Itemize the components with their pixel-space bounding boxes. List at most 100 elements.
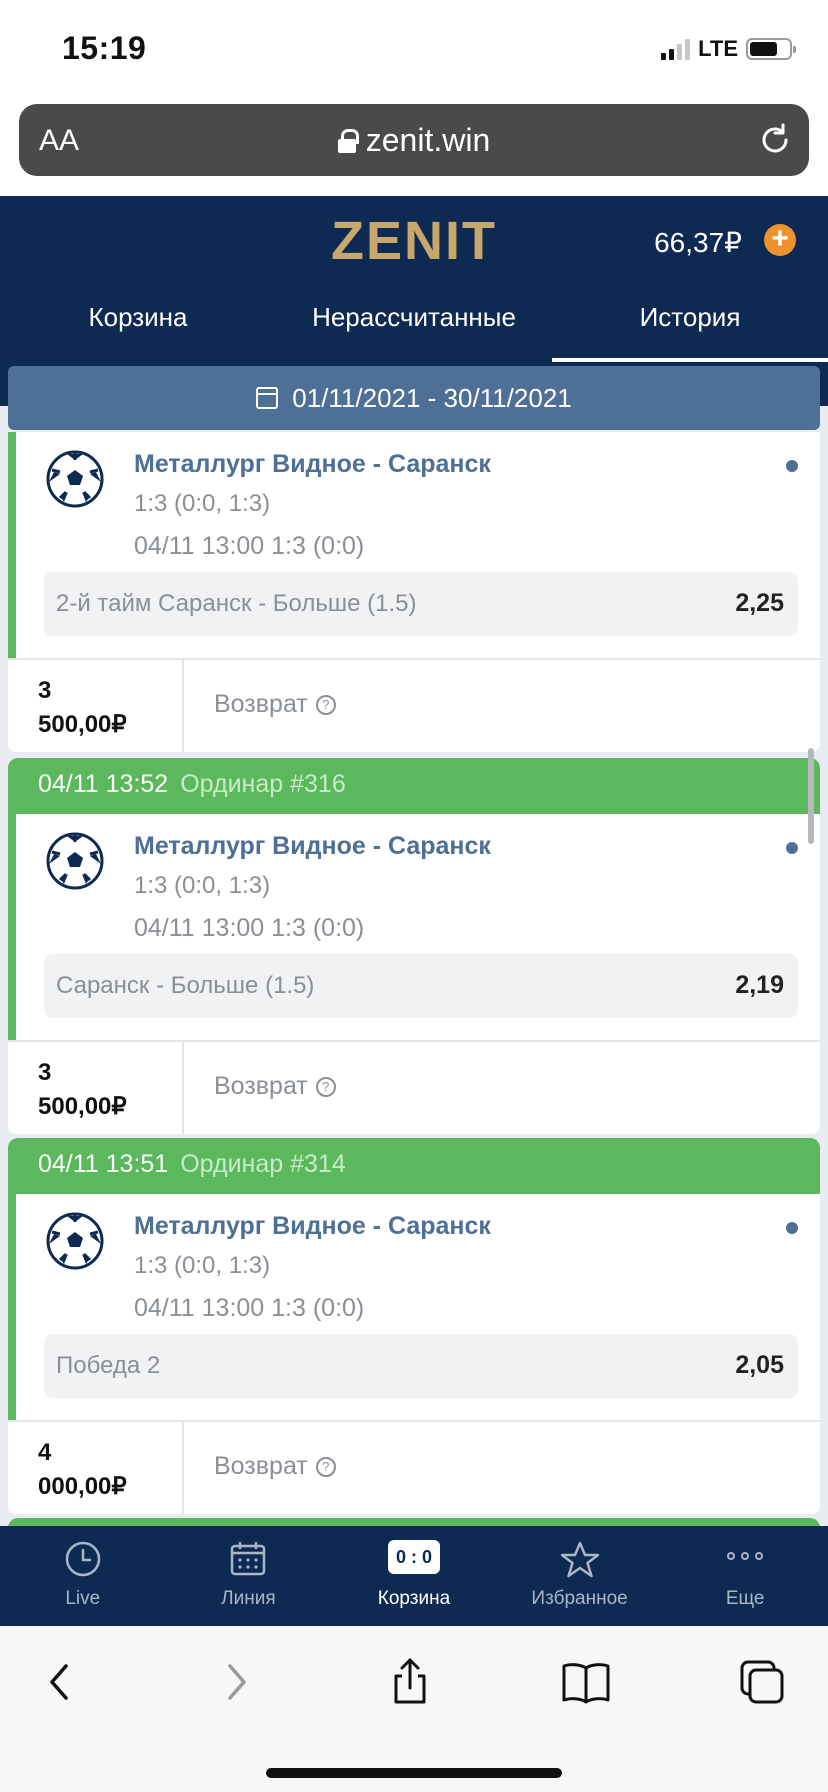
- nav-more[interactable]: Еще: [662, 1526, 828, 1626]
- signal-icon: [661, 38, 691, 60]
- stake-amount: 4 000,00₽: [38, 1436, 127, 1504]
- bet-card[interactable]: 04/11 13:51 Ординар #314 Металлург Видное…: [8, 1138, 820, 1514]
- lock-icon: [337, 128, 359, 153]
- back-icon[interactable]: [34, 1656, 86, 1708]
- match-datetime: 04/11 13:00 1:3 (0:0): [134, 914, 365, 942]
- tabs-icon[interactable]: [736, 1656, 788, 1708]
- nav-line[interactable]: Линия: [166, 1526, 332, 1626]
- address-bar[interactable]: AA zenit.win: [19, 104, 809, 176]
- bet-tabs: Корзина Нерассчитанные История: [0, 292, 828, 362]
- match-datetime: 04/11 13:00 1:3 (0:0): [134, 1294, 365, 1322]
- bet-body: Металлург Видное - Саранск 1:3 (0:0, 1:3…: [8, 814, 820, 1040]
- bet-status: Возврат ?: [214, 1452, 336, 1481]
- battery-icon: [746, 38, 796, 60]
- bet-header-ordinar: Ординар #316: [180, 770, 346, 798]
- status-bar: 15:19 LTE: [0, 0, 828, 100]
- date-range-text: 01/11/2021 - 30/11/2021: [292, 382, 572, 413]
- date-range-picker[interactable]: 01/11/2021 - 30/11/2021: [8, 366, 820, 430]
- status-dot: [786, 1222, 798, 1234]
- bet-header: 04/11 13:51 Ординар #314: [8, 1138, 820, 1194]
- stake-line-2: 500,00₽: [38, 1093, 127, 1120]
- nav-label: Линия: [221, 1588, 276, 1609]
- nav-label: Live: [65, 1588, 101, 1609]
- outcome-label: Победа 2: [56, 1352, 161, 1379]
- stake-line-2: 500,00₽: [38, 711, 127, 738]
- status-dot: [786, 842, 798, 854]
- bet-header-time: 04/11 13:51: [38, 1150, 169, 1178]
- clock-icon: [65, 1541, 101, 1577]
- nav-live[interactable]: Live: [0, 1526, 166, 1626]
- url-text: zenit.win: [365, 122, 491, 158]
- nav-basket[interactable]: 0 : 0 Корзина: [331, 1526, 497, 1626]
- bet-footer: 4 000,00₽ Возврат ?: [8, 1420, 820, 1514]
- bet-status-text: Возврат: [214, 1452, 308, 1480]
- match-score: 1:3 (0:0, 1:3): [134, 872, 271, 899]
- nav-label: Еще: [725, 1588, 765, 1609]
- soccer-ball-icon: [46, 1212, 104, 1270]
- divider: [182, 1422, 184, 1514]
- star-icon: [560, 1541, 599, 1578]
- scoreboard-icon: 0 : 0: [387, 1540, 440, 1574]
- bet-header-ordinar: Ординар #314: [180, 1150, 346, 1178]
- outcome-odds: 2,05: [735, 1351, 784, 1379]
- soccer-ball-icon: [46, 450, 104, 508]
- calendar-icon: [256, 387, 279, 409]
- match-title[interactable]: Металлург Видное - Саранск: [134, 450, 491, 479]
- status-indicators: LTE: [661, 36, 796, 62]
- safari-toolbar: [0, 1626, 828, 1792]
- bet-card[interactable]: Металлург Видное - Саранск 1:3 (0:0, 1:3…: [8, 432, 820, 752]
- status-time: 15:19: [62, 30, 147, 66]
- nav-favorites[interactable]: Избранное: [497, 1526, 663, 1626]
- browser-toolbar: AA zenit.win: [0, 100, 828, 196]
- deposit-plus-button[interactable]: +: [764, 224, 796, 256]
- share-icon[interactable]: [384, 1656, 436, 1708]
- bet-header: 04/11 13:52 Ординар #316: [8, 758, 820, 814]
- scrollbar[interactable]: [808, 748, 814, 844]
- balance[interactable]: 66,37₽: [654, 226, 742, 259]
- bet-footer: 3 500,00₽ Возврат ?: [8, 1040, 820, 1134]
- nav-label: Корзина: [377, 1588, 451, 1609]
- match-score: 1:3 (0:0, 1:3): [134, 1252, 271, 1279]
- divider: [182, 660, 184, 752]
- stake-amount: 3 500,00₽: [38, 674, 127, 742]
- help-icon[interactable]: ?: [315, 694, 336, 715]
- tab-basket[interactable]: Корзина: [0, 292, 276, 356]
- match-title[interactable]: Металлург Видное - Саранск: [134, 832, 491, 861]
- stake-line-1: 4: [38, 1439, 52, 1466]
- nav-label: Избранное: [531, 1588, 628, 1609]
- bet-card[interactable]: 04/11 13:52 Ординар #316 Металлург Видное…: [8, 758, 820, 1134]
- tab-unsettled[interactable]: Нерассчитанные: [276, 292, 552, 356]
- match-title[interactable]: Металлург Видное - Саранск: [134, 1212, 491, 1241]
- bet-outcome: Победа 2 2,05: [44, 1334, 798, 1398]
- outcome-label: 2-й тайм Саранск - Больше (1.5): [56, 590, 417, 617]
- home-indicator: [266, 1768, 562, 1778]
- reload-icon[interactable]: [757, 122, 793, 158]
- bet-header-time: 04/11 13:52: [38, 770, 169, 798]
- soccer-ball-icon: [46, 832, 104, 890]
- url-display[interactable]: zenit.win: [19, 122, 809, 159]
- bet-status: Возврат ?: [214, 690, 336, 719]
- bet-status-text: Возврат: [214, 690, 308, 718]
- status-dot: [786, 460, 798, 472]
- calendar-icon: [231, 1542, 266, 1576]
- bookmarks-icon[interactable]: [560, 1656, 612, 1708]
- bet-footer: 3 500,00₽ Возврат ?: [8, 658, 820, 752]
- help-icon[interactable]: ?: [315, 1076, 336, 1097]
- outcome-odds: 2,25: [735, 589, 784, 617]
- bet-outcome: Саранск - Больше (1.5) 2,19: [44, 954, 798, 1018]
- bet-outcome: 2-й тайм Саранск - Больше (1.5) 2,25: [44, 572, 798, 636]
- outcome-odds: 2,19: [735, 971, 784, 999]
- stake-line-2: 000,00₽: [38, 1473, 127, 1500]
- stake-line-1: 3: [38, 677, 52, 704]
- help-icon[interactable]: ?: [315, 1456, 336, 1477]
- more-dots-icon: [727, 1552, 764, 1560]
- bet-body: Металлург Видное - Саранск 1:3 (0:0, 1:3…: [8, 432, 820, 658]
- outcome-label: Саранск - Больше (1.5): [56, 972, 315, 999]
- bet-status-text: Возврат: [214, 1072, 308, 1100]
- bet-body: Металлург Видное - Саранск 1:3 (0:0, 1:3…: [8, 1194, 820, 1420]
- bottom-nav: Live Линия 0 : 0 Корзина Избранное Еще: [0, 1526, 828, 1626]
- tab-history[interactable]: История: [552, 292, 828, 362]
- network-type: LTE: [698, 36, 738, 61]
- forward-icon[interactable]: [210, 1656, 262, 1708]
- stake-amount: 3 500,00₽: [38, 1056, 127, 1124]
